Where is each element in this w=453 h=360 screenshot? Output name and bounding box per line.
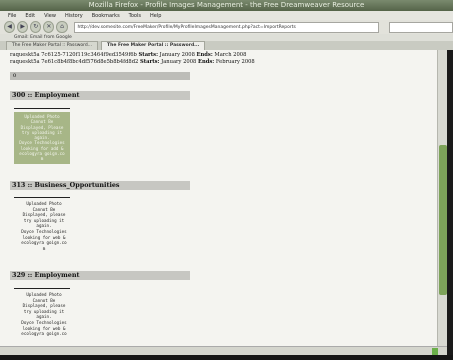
scrollbar-thumb[interactable]	[439, 145, 447, 295]
menu-file[interactable]: File	[8, 13, 16, 19]
bookmarks-toolbar: Gmail: Email from Google	[0, 34, 453, 41]
home-button[interactable]: ⌂	[56, 21, 68, 33]
window-title: Mozilla Firefox - Profile Images Managem…	[0, 0, 453, 11]
menu-history[interactable]: History	[65, 13, 83, 19]
forward-button[interactable]: ▶	[17, 21, 29, 33]
window-frame	[447, 50, 453, 355]
ip-line: raqueskt5a 7c6125-7120f119c3464f9ed3549f…	[10, 52, 247, 58]
taskbar	[0, 355, 453, 360]
bookmark-gmail[interactable]: Gmail: Email from Google	[14, 35, 72, 40]
browser-window: Mozilla Firefox - Profile Images Managem…	[0, 0, 453, 360]
empty-section-bar: 0	[10, 72, 190, 80]
image-placeholder[interactable]: Uploaded Photo Cannot Be Displayed, Plea…	[14, 112, 70, 164]
stop-button[interactable]: ✕	[43, 21, 55, 33]
search-input[interactable]	[389, 21, 453, 33]
tab-1[interactable]: The Free Maker Portal :: Password...	[6, 41, 99, 50]
menu-help[interactable]: Help	[150, 13, 161, 19]
section-heading: 300 :: Employment	[10, 91, 190, 100]
menu-view[interactable]: View	[44, 13, 56, 19]
navigation-toolbar: ◀ ▶ ↻ ✕ ⌂ http://dev.somesite.com/FreeMa…	[0, 20, 453, 34]
menu-edit[interactable]: Edit	[25, 13, 35, 19]
divider	[14, 197, 70, 198]
menu-bookmarks[interactable]: Bookmarks	[92, 13, 120, 19]
menu-tools[interactable]: Tools	[129, 13, 141, 19]
image-placeholder: Uploaded Photo Cannot Be Displayed, plea…	[21, 292, 67, 337]
menu-bar: File Edit View History Bookmarks Tools H…	[0, 11, 453, 20]
image-placeholder: Uploaded Photo Cannot Be Displayed, plea…	[21, 201, 67, 251]
divider	[14, 108, 70, 109]
status-indicator-icon	[432, 348, 438, 355]
tab-2[interactable]: The Free Maker Portal :: Password...	[101, 41, 206, 50]
back-button[interactable]: ◀	[4, 21, 16, 33]
url-input[interactable]: http://dev.somesite.com/FreeMaker/Profil…	[73, 21, 380, 33]
ip-line: raqueskt5a 7e61c8b4f8bc4df576d8e5b8b4fd8…	[10, 59, 255, 65]
section-heading: 329 :: Employment	[10, 271, 190, 280]
page-content: raqueskt5a 7c6125-7120f119c3464f9ed3549f…	[0, 50, 437, 346]
divider	[14, 288, 70, 289]
section-heading: 313 :: Business_Opportunities	[10, 181, 190, 190]
reload-button[interactable]: ↻	[30, 21, 42, 33]
tab-strip: The Free Maker Portal :: Password... The…	[0, 41, 453, 50]
